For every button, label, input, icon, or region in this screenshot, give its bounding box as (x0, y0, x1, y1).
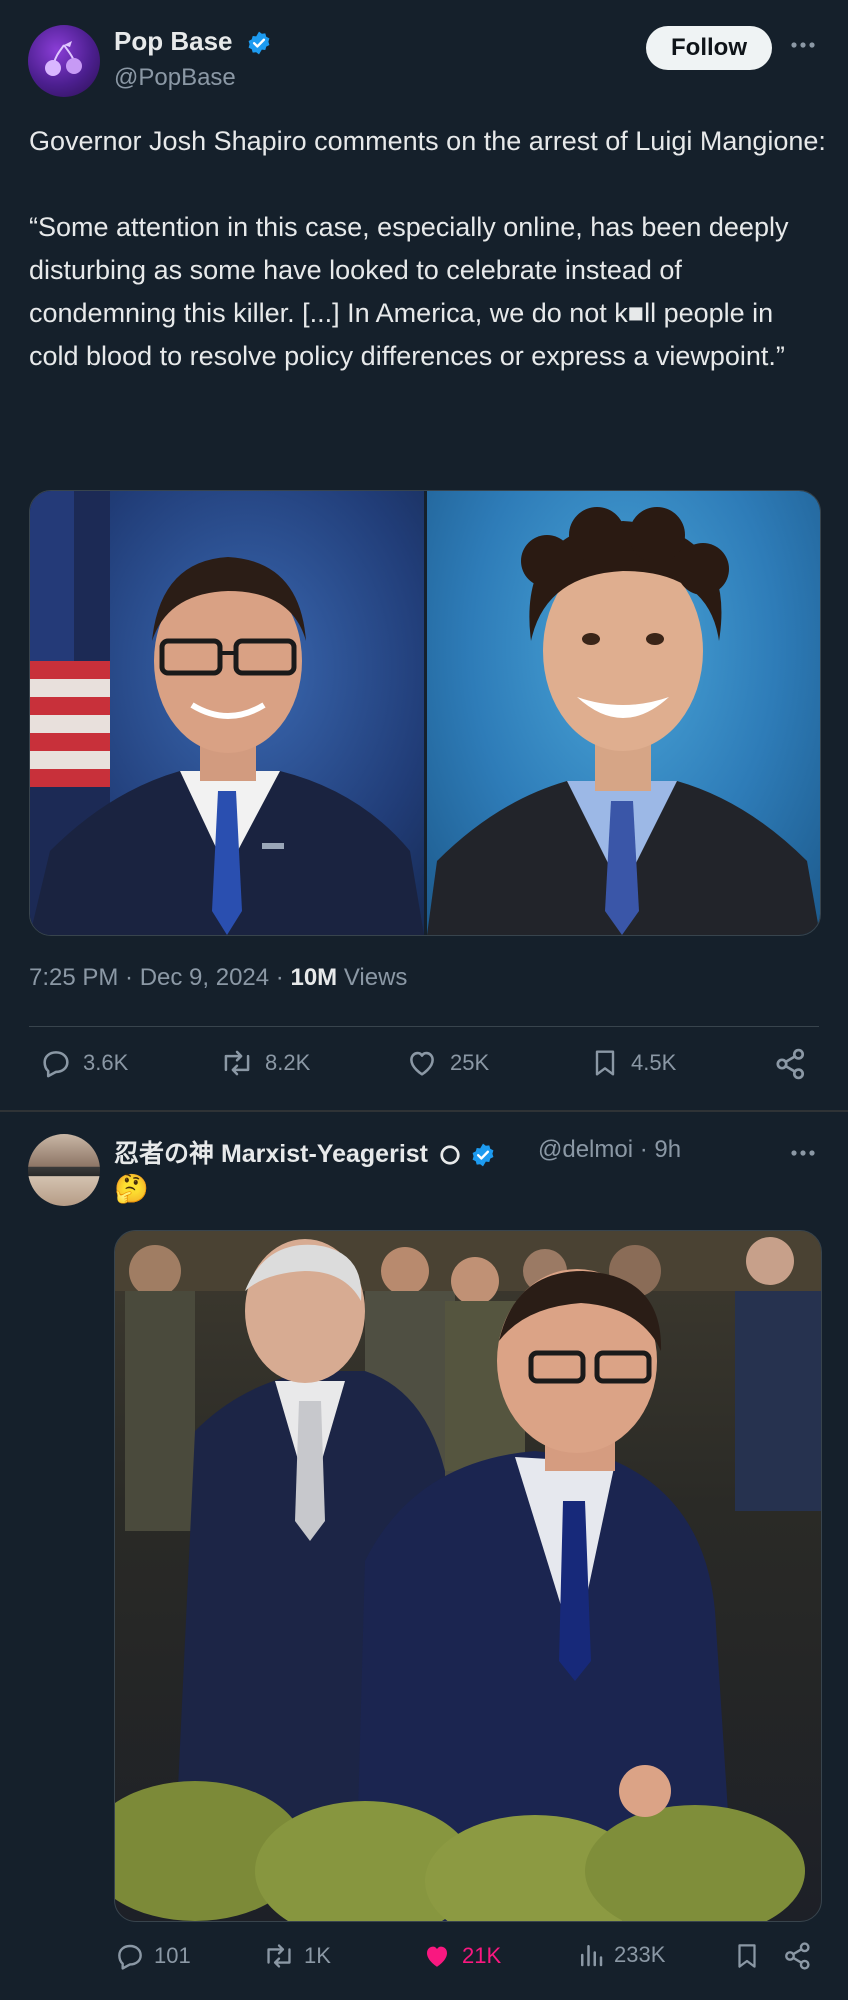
repost-button[interactable]: 1K (262, 1940, 331, 1972)
reply-count: 101 (154, 1943, 191, 1968)
author-name[interactable]: 忍者の神 Marxist-Yeagerist (114, 1134, 496, 1170)
share-icon (785, 1942, 810, 1970)
repost-icon (224, 1050, 250, 1076)
repost-count: 1K (304, 1943, 331, 1968)
reply-button[interactable]: 101 (114, 1940, 191, 1972)
bookmark-button[interactable] (732, 1940, 762, 1972)
bookmark-icon (738, 1944, 756, 1968)
share-button[interactable] (782, 1940, 814, 1972)
author-handle[interactable]: @delmoi · 9h (538, 1136, 681, 1164)
author-name-text[interactable]: 忍者の神 Marxist-Yeagerist (114, 1140, 428, 1168)
author-handle[interactable]: @PopBase (114, 64, 236, 92)
reply-icon (118, 1944, 142, 1970)
like-button[interactable]: 25K (404, 1046, 489, 1080)
reply-icon (43, 1051, 69, 1078)
follow-button[interactable]: Follow (646, 26, 772, 70)
divider (29, 1026, 819, 1027)
like-count: 25K (450, 1050, 490, 1075)
mangione-portrait-image[interactable] (427, 491, 820, 935)
author-avatar[interactable] (28, 25, 100, 97)
post-text: Governor Josh Shapiro comments on the ar… (29, 126, 826, 371)
repost-button[interactable]: 8.2K (219, 1046, 310, 1080)
like-button[interactable]: 21K (420, 1940, 501, 1972)
verified-badge-icon (472, 1144, 494, 1167)
badge-icon (440, 1145, 460, 1166)
post-media[interactable] (29, 490, 821, 936)
factory-visit-image (115, 1231, 821, 1921)
bookmark-button[interactable]: 4.5K (589, 1046, 676, 1080)
pop-base-logo-icon (45, 41, 82, 76)
like-icon (410, 1051, 434, 1076)
like-count: 21K (462, 1943, 502, 1968)
views-count: 10M (290, 964, 338, 991)
reply-button[interactable]: 3.6K (39, 1046, 128, 1080)
post-time-text[interactable]: 7:25 PM · Dec 9, 2024 · (29, 964, 290, 991)
author-name[interactable]: Pop Base (114, 26, 272, 57)
author-name-text[interactable]: Pop Base (114, 26, 233, 56)
post-actions: 3.6K 8.2K 25K 4.5K (29, 1046, 819, 1090)
post-timestamp[interactable]: 7:25 PM · Dec 9, 2024 · 10M Views (29, 964, 407, 992)
author-avatar[interactable] (28, 1134, 100, 1206)
more-icon[interactable] (788, 1138, 818, 1168)
post-text: 🤔 (114, 1173, 149, 1204)
repost-icon (267, 1944, 291, 1968)
bookmark-count: 4.5K (631, 1050, 677, 1075)
verified-badge-icon (248, 31, 270, 55)
bookmark-icon (595, 1050, 615, 1076)
views-button[interactable]: 233K (576, 1940, 665, 1970)
like-icon-filled (427, 1946, 447, 1967)
repost-count: 8.2K (265, 1050, 311, 1075)
more-icon[interactable] (788, 30, 818, 60)
shapiro-portrait-image[interactable] (30, 491, 427, 935)
post-media[interactable] (114, 1230, 822, 1922)
post-separator (0, 1110, 848, 1112)
views-icon (581, 1945, 603, 1967)
reply-count: 3.6K (83, 1050, 129, 1075)
post-actions: 101 1K 21K 233K (114, 1940, 820, 1984)
views-label: Views (337, 964, 408, 991)
share-button[interactable] (773, 1046, 809, 1082)
share-icon (776, 1048, 805, 1080)
views-count: 233K (614, 1942, 666, 1967)
